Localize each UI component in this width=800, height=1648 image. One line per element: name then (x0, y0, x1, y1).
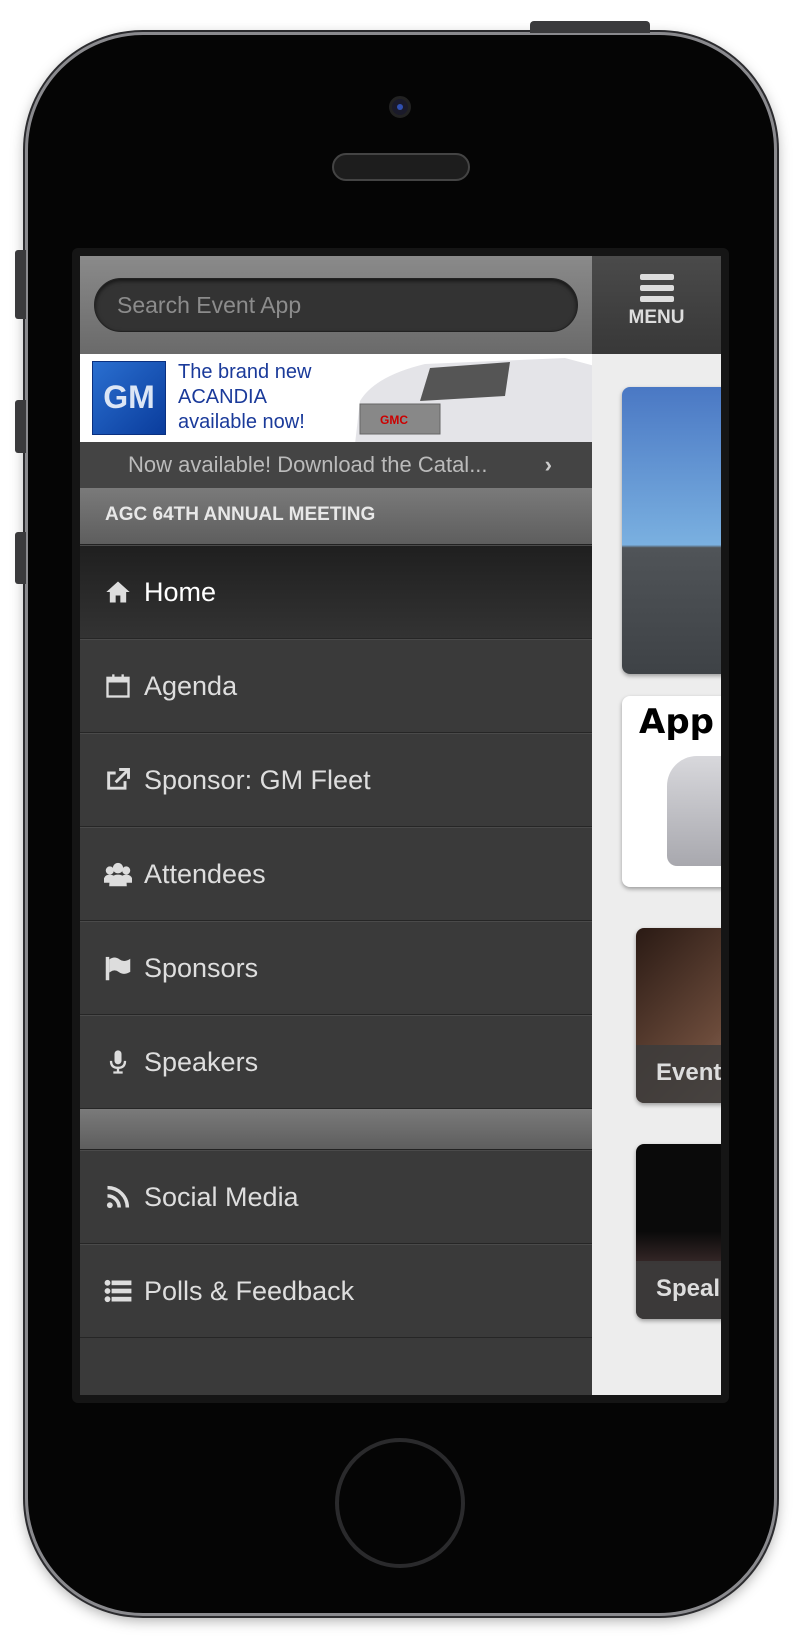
flag-icon (104, 954, 132, 982)
events-card-label: Event (636, 1045, 721, 1103)
external-link-icon (104, 766, 132, 794)
side-menu: GM The brand newACANDIAavailable now! GM… (80, 256, 592, 1395)
nav-item-sponsor-gm-fleet[interactable]: Sponsor: GM Fleet (80, 733, 592, 827)
calendar-icon (104, 672, 132, 700)
ad-text: The brand new ACANDIA available now! (178, 361, 312, 433)
section-header: AGC 64TH ANNUAL MEETING (80, 488, 592, 545)
chevron-right-icon: › (544, 452, 552, 477)
svg-text:GMC: GMC (380, 413, 408, 427)
notice-banner[interactable]: Now available! Download the Catal... › (80, 442, 592, 488)
nav-item-sponsors[interactable]: Sponsors (80, 921, 592, 1015)
home-icon (104, 578, 132, 606)
microphone-icon (104, 1048, 132, 1076)
nav-item-social-media[interactable]: Social Media (80, 1150, 592, 1244)
nav-item-speakers[interactable]: Speakers (80, 1015, 592, 1109)
nav-item-agenda[interactable]: Agenda (80, 639, 592, 733)
mute-switch (15, 250, 26, 319)
gm-logo: GM (92, 361, 166, 435)
app-promo-card[interactable]: App (622, 696, 721, 887)
events-card[interactable]: Event (636, 928, 721, 1103)
users-icon (103, 860, 133, 888)
camera (389, 96, 411, 118)
rss-icon (104, 1183, 132, 1211)
ad-banner[interactable]: GM The brand new ACANDIA available now! GM… (80, 354, 592, 442)
power-button (530, 21, 650, 33)
speakers-card[interactable]: Speal (636, 1144, 721, 1319)
nav-item-attendees[interactable]: Attendees (80, 827, 592, 921)
menu-button[interactable]: MENU (592, 256, 721, 354)
screen: App Event Speal GM The brand newACANDIAa… (80, 256, 721, 1395)
search-input[interactable] (94, 278, 578, 332)
search-bar (80, 256, 592, 354)
car-image: GMC (355, 358, 592, 442)
list-icon (104, 1277, 132, 1305)
nav-item-polls-feedback[interactable]: Polls & Feedback (80, 1244, 592, 1338)
earpiece-speaker (332, 153, 470, 181)
volume-down-button (15, 532, 26, 584)
menu-divider (80, 1109, 592, 1150)
volume-up-button (15, 400, 26, 453)
hamburger-icon (639, 274, 674, 302)
nav-item-home[interactable]: Home (80, 545, 592, 639)
hero-card[interactable] (622, 387, 721, 674)
speakers-card-label: Speal (636, 1261, 721, 1319)
home-hardware-button[interactable] (335, 1438, 465, 1568)
